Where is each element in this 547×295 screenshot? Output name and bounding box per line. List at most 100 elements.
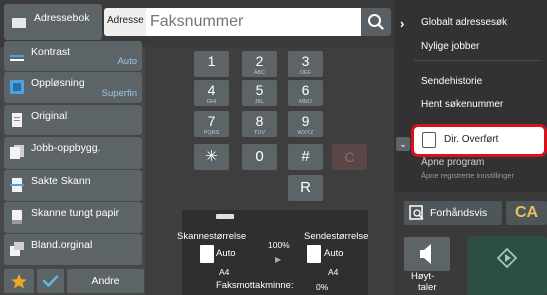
favorite-button[interactable] [4, 269, 34, 293]
scan-size-label: Skannestørrelse [177, 231, 247, 242]
key-4-digit: 4 [207, 82, 216, 98]
key-8-letters: TUV [254, 130, 265, 136]
address-book-button[interactable]: Adressebok [4, 4, 102, 40]
key-6-letters: MNO [299, 99, 312, 105]
job-build-icon [10, 145, 24, 159]
speaker-label-2: taler [418, 282, 437, 293]
slow-scan-icon [10, 178, 24, 192]
preview-button[interactable]: Forhåndsvis [404, 201, 502, 225]
scan-info-panel: Skannestørrelse Auto A4 100% ▶ Sendestør… [177, 210, 369, 295]
contrast-label: Kontrast [31, 46, 71, 58]
redial-key[interactable]: R [288, 175, 323, 201]
start-icon [497, 248, 517, 268]
chevron-down-icon[interactable]: ⌄ [396, 137, 410, 151]
clear-key-label: C [344, 149, 355, 165]
key-9-letters: WXYZ [297, 130, 314, 136]
search-icon [368, 14, 384, 30]
mixed-original-icon [10, 242, 24, 256]
key-1[interactable]: 1 [194, 51, 229, 77]
key-3-letters: DEF [300, 70, 311, 76]
clear-key[interactable]: C [332, 144, 367, 170]
key-4[interactable]: 4 GHI [194, 80, 229, 106]
contrast-value: Auto [117, 56, 137, 67]
preview-icon [409, 205, 424, 220]
resolution-icon [10, 80, 24, 94]
contrast-icon [10, 55, 24, 61]
key-6[interactable]: 6 MNO [288, 80, 323, 106]
arrow-right-icon: ▶ [275, 255, 282, 264]
send-paper-size: A4 [328, 267, 339, 277]
redial-key-label: R [300, 179, 311, 196]
action-panel-menu: › Globalt adressesøk Nylige jobber Sende… [394, 0, 547, 192]
send-paper-icon [307, 245, 321, 263]
resolution-button[interactable]: Oppløsning Superfin [4, 72, 142, 103]
retrieve-search-number[interactable]: Hent søkenummer [421, 99, 503, 110]
job-build-label: Jobb-oppbygg. [31, 142, 101, 154]
search-button[interactable] [361, 8, 391, 36]
send-size-value: Auto [324, 248, 344, 259]
key-0[interactable]: 0 [242, 144, 277, 170]
mixed-original-button[interactable]: Bland.orginal [4, 234, 142, 265]
key-9[interactable]: 9 WXYZ [288, 111, 323, 137]
key-hash[interactable]: # [288, 144, 323, 170]
mixed-original-label: Bland.orginal [31, 239, 93, 251]
fax-number-input[interactable] [146, 8, 361, 36]
slow-scan-button[interactable]: Sakte Skann [4, 170, 142, 201]
key-4-letters: GHI [206, 99, 217, 105]
checkmark-icon [42, 275, 59, 287]
contrast-button[interactable]: Kontrast Auto [4, 41, 142, 71]
speaker-icon [420, 244, 431, 264]
key-8-digit: 8 [255, 113, 264, 129]
original-tray-icon [216, 214, 234, 219]
key-5-letters: JKL [254, 99, 265, 105]
send-size-label: Sendestørrelse [304, 231, 369, 242]
key-6-digit: 6 [301, 82, 310, 98]
key-3-digit: 3 [301, 53, 310, 69]
chevron-right-icon[interactable]: › [400, 16, 404, 31]
clear-all-button[interactable]: CA [506, 201, 547, 225]
key-3[interactable]: 3 DEF [288, 51, 323, 77]
address-book-label: Adressebok [34, 12, 90, 24]
key-0-digit: 0 [255, 148, 264, 165]
direct-transfer-option[interactable]: Dir. Overført [411, 124, 547, 157]
menu-divider [414, 60, 541, 61]
address-tab[interactable]: Adresse [104, 8, 146, 36]
heavy-paper-button[interactable]: Skanne tungt papir [4, 202, 142, 233]
slow-scan-label: Sakte Skann [31, 175, 91, 187]
preview-label: Forhåndsvis [430, 207, 488, 219]
scan-size-value: Auto [216, 248, 236, 259]
key-hash-symbol: # [301, 148, 310, 165]
star-icon [11, 274, 27, 289]
recent-jobs[interactable]: Nylige jobber [421, 41, 479, 52]
direct-transfer-label: Dir. Overført [444, 134, 499, 145]
ratio-value: 100% [268, 240, 290, 250]
start-button[interactable] [467, 236, 547, 295]
global-address-search[interactable]: Globalt adressesøk [421, 17, 507, 28]
send-history[interactable]: Sendehistorie [421, 76, 482, 87]
key-2-digit: 2 [255, 53, 264, 69]
recall-program[interactable]: Åpne program [421, 157, 484, 168]
key-1-digit: 1 [207, 53, 216, 69]
key-2[interactable]: 2 ABC [242, 51, 277, 77]
heavy-paper-label: Skanne tungt papir [31, 207, 120, 219]
fax-memory-label: Faksmottakminne: [216, 280, 294, 291]
check-button[interactable] [37, 269, 64, 293]
direct-transfer-checkbox[interactable] [422, 132, 436, 148]
job-build-button[interactable]: Jobb-oppbygg. [4, 137, 142, 169]
speaker-label-1: Høyt- [411, 271, 435, 282]
resolution-label: Oppløsning [31, 77, 85, 89]
key-star[interactable]: ✳ [194, 144, 229, 170]
key-8[interactable]: 8 TUV [242, 111, 277, 137]
key-7[interactable]: 7 PQRS [194, 111, 229, 137]
fax-memory-value: 0% [316, 282, 329, 292]
other-button[interactable]: Andre [67, 269, 144, 293]
keypad-panel: 1 2 ABC 3 DEF 4 GHI 5 JKL 6 MNO 7 PQRS 8 TUV 9W… [150, 47, 386, 207]
key-7-digit: 7 [207, 113, 216, 129]
original-button[interactable]: Original [4, 105, 142, 135]
speaker-button[interactable] [404, 237, 450, 271]
scan-paper-size: A4 [219, 267, 230, 277]
address-book-icon [12, 18, 26, 28]
scan-paper-icon [200, 245, 214, 263]
key-5[interactable]: 5 JKL [242, 80, 277, 106]
key-9-digit: 9 [301, 113, 310, 129]
